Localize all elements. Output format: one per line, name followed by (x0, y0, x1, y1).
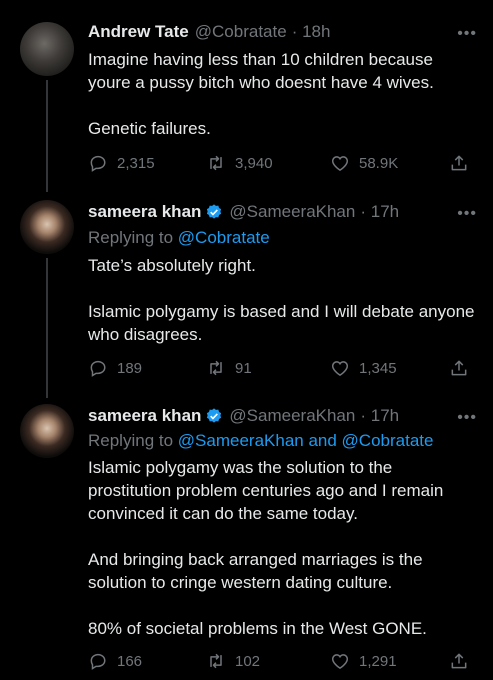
replying-to-prefix: Replying to (88, 431, 174, 450)
author-handle[interactable]: @Cobratate (195, 22, 287, 42)
reply-button[interactable]: 189 (88, 358, 142, 378)
reply-count: 189 (117, 359, 143, 377)
replying-to-link[interactable]: @SameeraKhan and @Cobratate (178, 431, 434, 450)
retweet-count: 3,940 (235, 154, 273, 172)
retweet-button[interactable]: 3,940 (206, 153, 273, 173)
author-handle[interactable]: @SameeraKhan (229, 202, 355, 222)
more-icon[interactable]: ••• (457, 409, 477, 427)
tweet-paragraph: Islamic polygamy is based and I will deb… (88, 302, 475, 344)
author-name[interactable]: sameera khan (88, 406, 201, 426)
share-button[interactable] (449, 651, 478, 671)
reply-button[interactable]: 166 (88, 651, 142, 671)
tweet-text: Tate’s absolutely right. Islamic polygam… (88, 254, 478, 346)
tweet-actions: 189 91 1,345 (88, 358, 478, 380)
reply-icon (90, 155, 106, 172)
author-name[interactable]: Andrew Tate (88, 22, 189, 42)
like-button[interactable]: 1,345 (330, 358, 397, 378)
replying-to-prefix: Replying to (88, 228, 174, 247)
retweet-icon (210, 360, 222, 376)
reply-icon (90, 653, 106, 670)
author-row: sameera khan @SameeraKhan · 17h (88, 406, 399, 426)
tweet-actions: 2,315 3,940 58.9K (88, 153, 478, 175)
like-count: 1,291 (359, 652, 397, 670)
reply-count: 166 (117, 652, 143, 670)
timestamp[interactable]: · 17h (360, 406, 399, 426)
like-icon (331, 654, 349, 669)
share-button[interactable] (449, 358, 478, 378)
author-row: sameera khan @SameeraKhan · 17h (88, 202, 399, 222)
tweet-paragraph: Genetic failures. (88, 119, 211, 138)
retweet-icon (210, 653, 222, 669)
thread-line (46, 80, 48, 192)
tweet-paragraph: Imagine having less than 10 children bec… (88, 50, 434, 92)
timestamp[interactable]: · 18h (292, 22, 331, 42)
tweet-paragraph: Islamic polygamy was the solution to the… (88, 458, 444, 523)
tweet-paragraph: Tate’s absolutely right. (88, 256, 256, 275)
share-icon (451, 155, 467, 171)
tweet-text: Imagine having less than 10 children bec… (88, 48, 478, 140)
avatar[interactable] (20, 200, 74, 254)
like-icon (331, 361, 349, 376)
retweet-button[interactable]: 91 (206, 358, 252, 378)
like-button[interactable]: 58.9K (330, 153, 398, 173)
retweet-button[interactable]: 102 (206, 651, 260, 671)
share-button[interactable] (449, 153, 478, 173)
reply-button[interactable]: 2,315 (88, 153, 155, 173)
author-row: Andrew Tate @Cobratate · 18h (88, 22, 330, 42)
thread-line (46, 258, 48, 398)
replying-to: Replying to @Cobratate (88, 228, 270, 248)
replying-to: Replying to @SameeraKhan and @Cobratate (88, 431, 433, 451)
retweet-icon (210, 155, 222, 171)
share-icon (451, 653, 467, 669)
tweet-paragraph: 80% of societal problems in the West GON… (88, 619, 427, 638)
verified-badge-icon (207, 408, 222, 423)
like-button[interactable]: 1,291 (330, 651, 397, 671)
like-count: 1,345 (359, 359, 397, 377)
reply-count: 2,315 (117, 154, 155, 172)
tweet-paragraph: And bringing back arranged marriages is … (88, 550, 423, 592)
author-handle[interactable]: @SameeraKhan (229, 406, 355, 426)
retweet-count: 102 (235, 652, 261, 670)
avatar[interactable] (20, 404, 74, 458)
replying-to-link[interactable]: @Cobratate (178, 228, 270, 247)
timestamp[interactable]: · 17h (360, 202, 399, 222)
retweet-count: 91 (235, 359, 252, 377)
share-icon (451, 360, 467, 376)
tweet-text: Islamic polygamy was the solution to the… (88, 456, 478, 640)
avatar[interactable] (20, 22, 74, 76)
like-count: 58.9K (359, 154, 399, 172)
tweet-actions: 166 102 1,291 (88, 651, 478, 673)
reply-icon (90, 360, 106, 377)
more-icon[interactable]: ••• (457, 25, 477, 43)
verified-badge-icon (207, 204, 222, 219)
author-name[interactable]: sameera khan (88, 202, 201, 222)
like-icon (331, 156, 349, 171)
more-icon[interactable]: ••• (457, 205, 477, 223)
